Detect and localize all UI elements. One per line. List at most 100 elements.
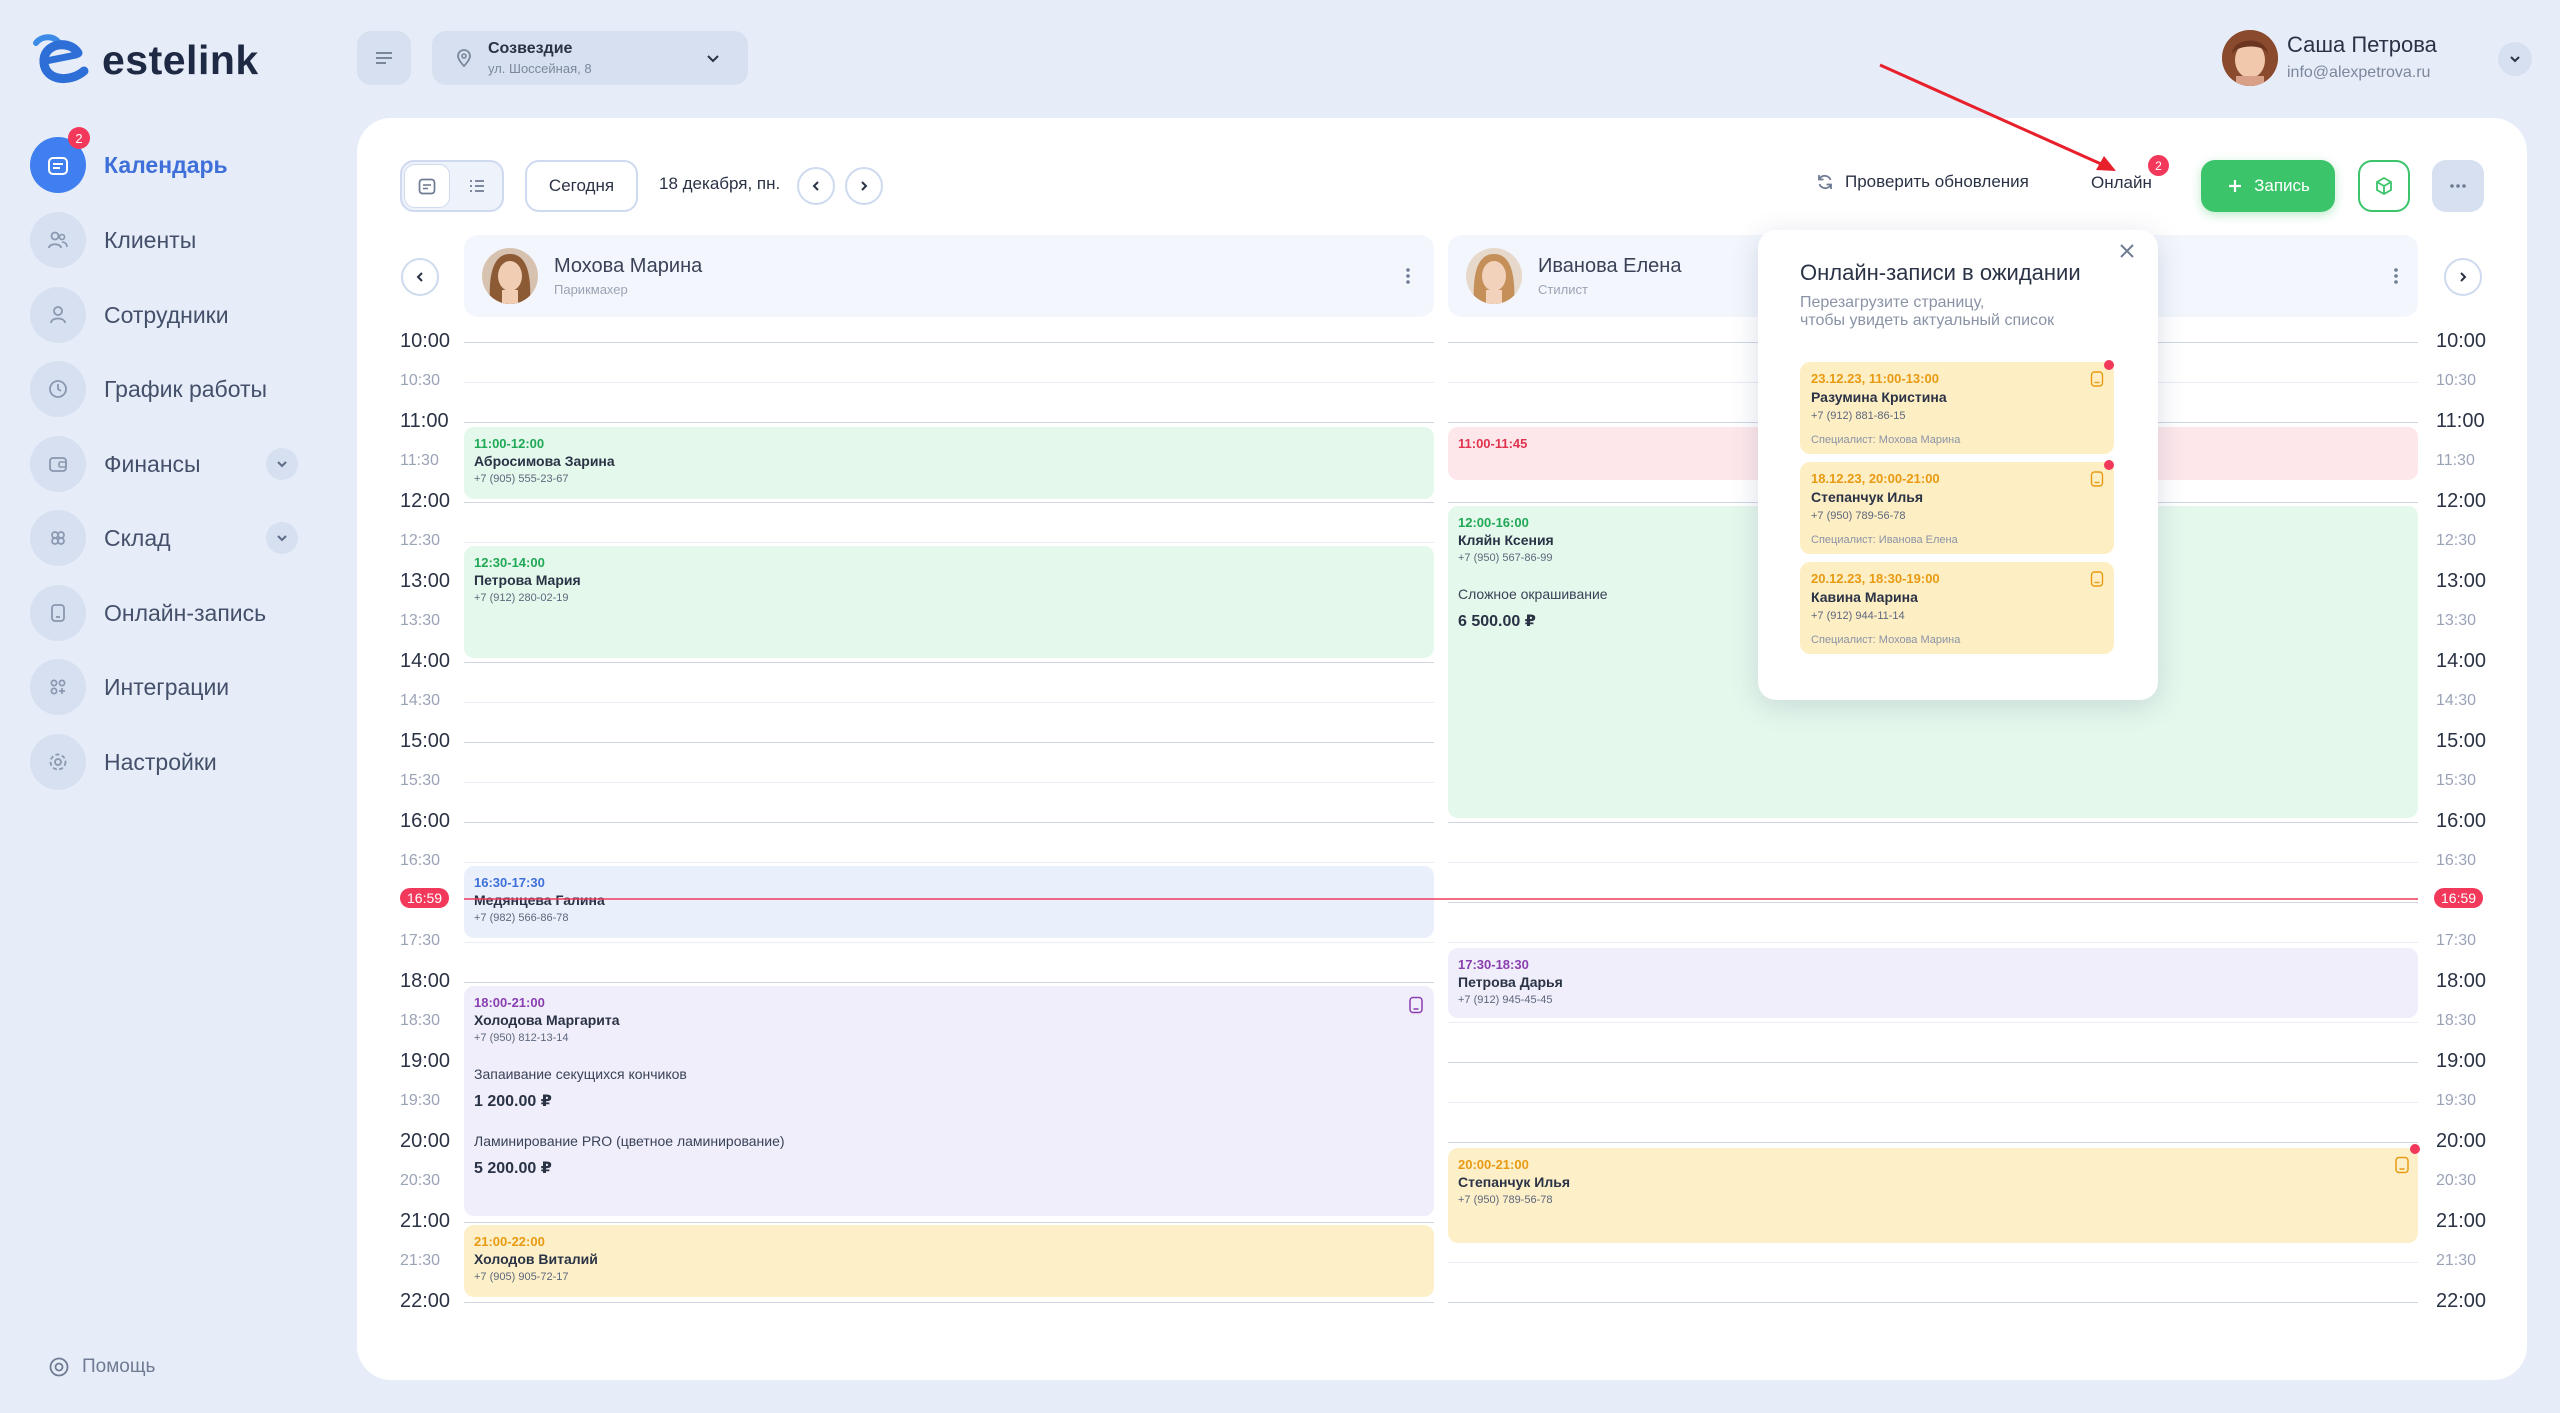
grid-line bbox=[1448, 1302, 2418, 1303]
clock-icon bbox=[49, 380, 67, 398]
grid-line bbox=[464, 342, 1434, 343]
list-view-button[interactable] bbox=[454, 164, 500, 208]
sidebar-item-calendar[interactable]: 2 Календарь bbox=[30, 127, 228, 193]
appointment-time: 18:00-21:00 bbox=[474, 995, 545, 1010]
service-price: 5 200.00 ₽ bbox=[474, 1160, 552, 1177]
sidebar-item-label: Интеграции bbox=[104, 673, 230, 700]
employee-name: Мохова Марина bbox=[554, 255, 703, 277]
today-button[interactable]: Сегодня bbox=[525, 160, 638, 212]
sidebar-item-settings[interactable]: Настройки bbox=[30, 734, 217, 790]
avatar[interactable] bbox=[2222, 30, 2278, 86]
unread-dot bbox=[2104, 360, 2114, 370]
add-appointment-button[interactable]: Запись bbox=[2201, 160, 2335, 212]
time-label: 12:30 bbox=[400, 532, 441, 549]
close-icon[interactable] bbox=[2116, 240, 2138, 262]
sidebar-item-label: Финансы bbox=[104, 450, 201, 477]
sidebar-item-clients[interactable]: Клиенты bbox=[30, 212, 196, 268]
grid-icon bbox=[50, 679, 66, 695]
time-label: 14:00 bbox=[400, 650, 451, 672]
grid-line bbox=[1448, 862, 2418, 863]
current-time-badge: 16:59 bbox=[2434, 888, 2484, 908]
sidebar-item-finance[interactable]: Финансы bbox=[30, 436, 201, 492]
prev-day-button[interactable] bbox=[797, 167, 835, 205]
time-label: 20:00 bbox=[2436, 1130, 2487, 1152]
appointment-card[interactable]: 21:00-22:00 Холодов Виталий +7 (905) 905… bbox=[464, 1225, 1434, 1297]
calendar-icon bbox=[48, 157, 68, 175]
time-label: 12:00 bbox=[400, 490, 451, 512]
time-label: 18:00 bbox=[2436, 970, 2487, 992]
more-options-button[interactable] bbox=[2432, 160, 2484, 212]
calendar-view-button[interactable] bbox=[404, 164, 450, 208]
prev-employees-button[interactable] bbox=[401, 258, 439, 296]
grid-line bbox=[464, 982, 1434, 983]
chevron-left-icon bbox=[416, 272, 423, 282]
help-link[interactable]: Помощь bbox=[48, 1356, 155, 1378]
booking-client: Степанчук Илья bbox=[1811, 489, 1923, 505]
time-label: 15:30 bbox=[400, 772, 441, 789]
current-date: 18 декабря, пн. bbox=[659, 174, 781, 193]
chevron-right-icon bbox=[2460, 272, 2467, 282]
appointment-card[interactable]: 12:30-14:00 Петрова Мария +7 (912) 280-0… bbox=[464, 546, 1434, 658]
grid-line bbox=[464, 502, 1434, 503]
time-label: 10:00 bbox=[2436, 330, 2487, 352]
employee-role: Стилист bbox=[1538, 282, 1588, 297]
location-select[interactable]: Созвездие ул. Шоссейная, 8 bbox=[432, 31, 748, 85]
sidebar-item-schedule[interactable]: График работы bbox=[30, 361, 267, 417]
grid-line bbox=[1448, 1262, 2418, 1263]
time-label: 21:30 bbox=[400, 1252, 441, 1269]
more-horizontal-icon bbox=[2450, 184, 2466, 188]
online-booking-icon bbox=[1409, 996, 1423, 1014]
appointment-card[interactable]: 11:00-12:00 Абросимова Зарина +7 (905) 5… bbox=[464, 427, 1434, 499]
booking-time: 18.12.23, 20:00-21:00 bbox=[1811, 471, 1940, 486]
grid-line bbox=[464, 862, 1434, 863]
location-pin-icon bbox=[457, 49, 471, 68]
pending-booking-card[interactable]: 23.12.23, 11:00-13:00 Разумина Кристина … bbox=[1800, 360, 2114, 454]
appointment-phone: +7 (912) 945-45-45 bbox=[1458, 994, 1553, 1006]
time-label: 20:00 bbox=[400, 1130, 451, 1152]
phone-icon bbox=[51, 604, 65, 622]
sidebar-item-employees[interactable]: Сотрудники bbox=[30, 287, 229, 343]
more-vertical-icon[interactable] bbox=[1404, 266, 1412, 286]
appointment-client: Петрова Мария bbox=[474, 572, 581, 588]
pending-booking-card[interactable]: 18.12.23, 20:00-21:00 Степанчук Илья +7 … bbox=[1800, 460, 2114, 554]
appointment-phone: +7 (950) 789-56-78 bbox=[1458, 1194, 1553, 1206]
logo[interactable]: estelink bbox=[30, 30, 259, 90]
sidebar-item-warehouse[interactable]: Склад bbox=[30, 510, 171, 566]
appointment-card[interactable]: 18:00-21:00 Холодова Маргарита +7 (950) … bbox=[464, 986, 1434, 1216]
popup-subtitle-line: чтобы увидеть актуальный список bbox=[1800, 312, 2055, 329]
appointment-time: 17:30-18:30 bbox=[1458, 957, 1529, 972]
sidebar-item-online-booking[interactable]: Онлайн-запись bbox=[30, 585, 266, 641]
grid-line bbox=[1448, 1142, 2418, 1143]
time-label: 10:30 bbox=[2436, 372, 2477, 389]
products-button[interactable] bbox=[2358, 160, 2410, 212]
pending-booking-card[interactable]: 20.12.23, 18:30-19:00 Кавина Марина +7 (… bbox=[1800, 562, 2114, 654]
next-employees-button[interactable] bbox=[2444, 258, 2482, 296]
service-name: Ламинирование PRO (цветное ламинирование… bbox=[474, 1133, 785, 1149]
booking-phone: +7 (912) 944-11-14 bbox=[1811, 610, 1905, 622]
appointment-card[interactable]: 16:30-17:30 Медянцева Галина +7 (982) 56… bbox=[464, 866, 1434, 938]
warehouse-expand-button[interactable] bbox=[266, 522, 298, 554]
appointment-card[interactable]: 17:30-18:30 Петрова Дарья +7 (912) 945-4… bbox=[1448, 948, 2418, 1018]
time-label: 18:00 bbox=[400, 970, 451, 992]
appointment-client: Медянцева Галина bbox=[474, 892, 605, 908]
appointment-phone: +7 (912) 280-02-19 bbox=[474, 592, 569, 604]
user-menu-button[interactable] bbox=[2498, 42, 2532, 76]
grid-line bbox=[464, 382, 1434, 383]
user-icon bbox=[50, 306, 66, 324]
user-name: Саша Петрова bbox=[2287, 32, 2437, 57]
sidebar-item-integrations[interactable]: Интеграции bbox=[30, 659, 229, 715]
finance-expand-button[interactable] bbox=[266, 448, 298, 480]
next-day-button[interactable] bbox=[845, 167, 883, 205]
menu-toggle-button[interactable] bbox=[357, 31, 411, 85]
employee-photo bbox=[1466, 248, 1522, 304]
time-label: 16:00 bbox=[2436, 810, 2487, 832]
booking-specialist: Специалист: Мохова Марина bbox=[1811, 634, 1961, 646]
grid-line bbox=[1448, 1102, 2418, 1103]
chevron-left-icon bbox=[812, 181, 819, 191]
time-label: 14:30 bbox=[400, 692, 441, 709]
employee-card[interactable]: Мохова Марина Парикмахер bbox=[464, 235, 1434, 317]
service-name: Запаивание секущихся кончиков bbox=[474, 1066, 687, 1082]
appointment-card[interactable]: 20:00-21:00 Степанчук Илья +7 (950) 789-… bbox=[1448, 1148, 2418, 1243]
more-vertical-icon[interactable] bbox=[2392, 266, 2400, 286]
employee-role: Парикмахер bbox=[554, 282, 628, 297]
